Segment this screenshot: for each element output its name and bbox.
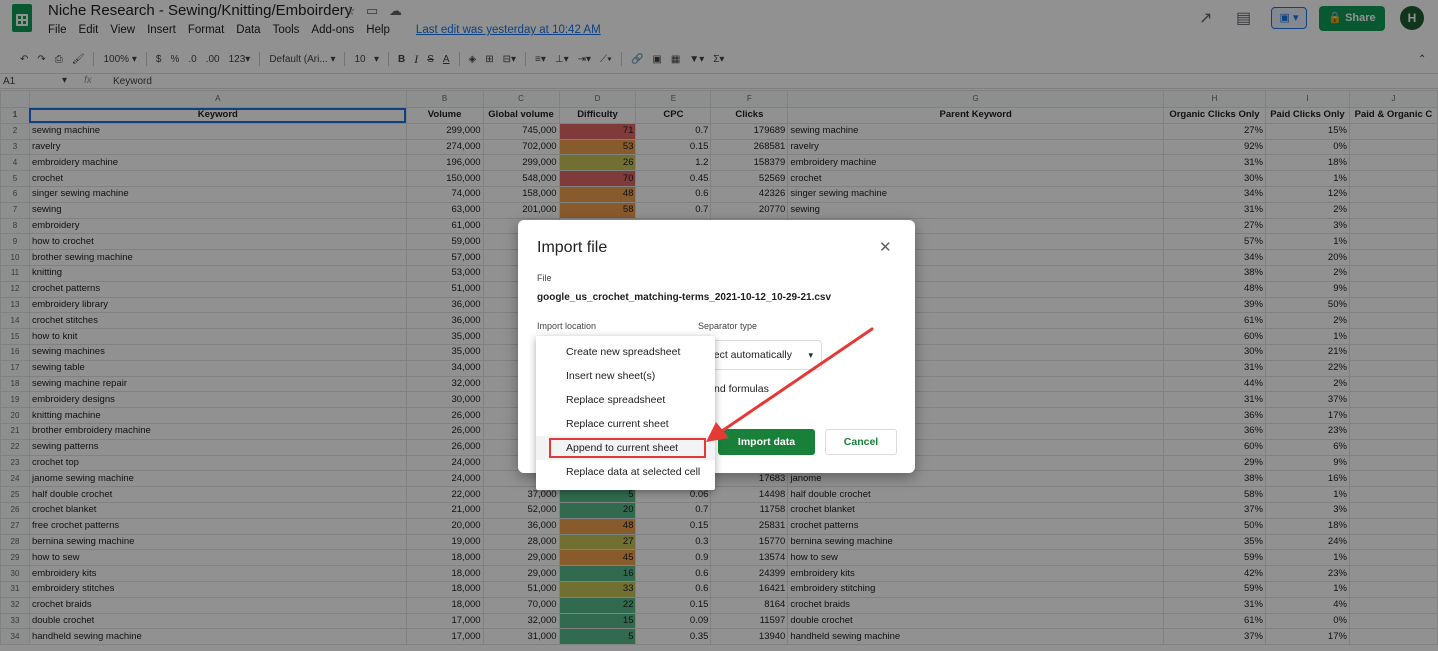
arrow-head (706, 422, 729, 442)
annotation-arrow (706, 327, 874, 442)
sheets-app: Niche Research - Sewing/Knitting/Emboird… (0, 0, 1438, 651)
arrow-line (720, 327, 874, 433)
